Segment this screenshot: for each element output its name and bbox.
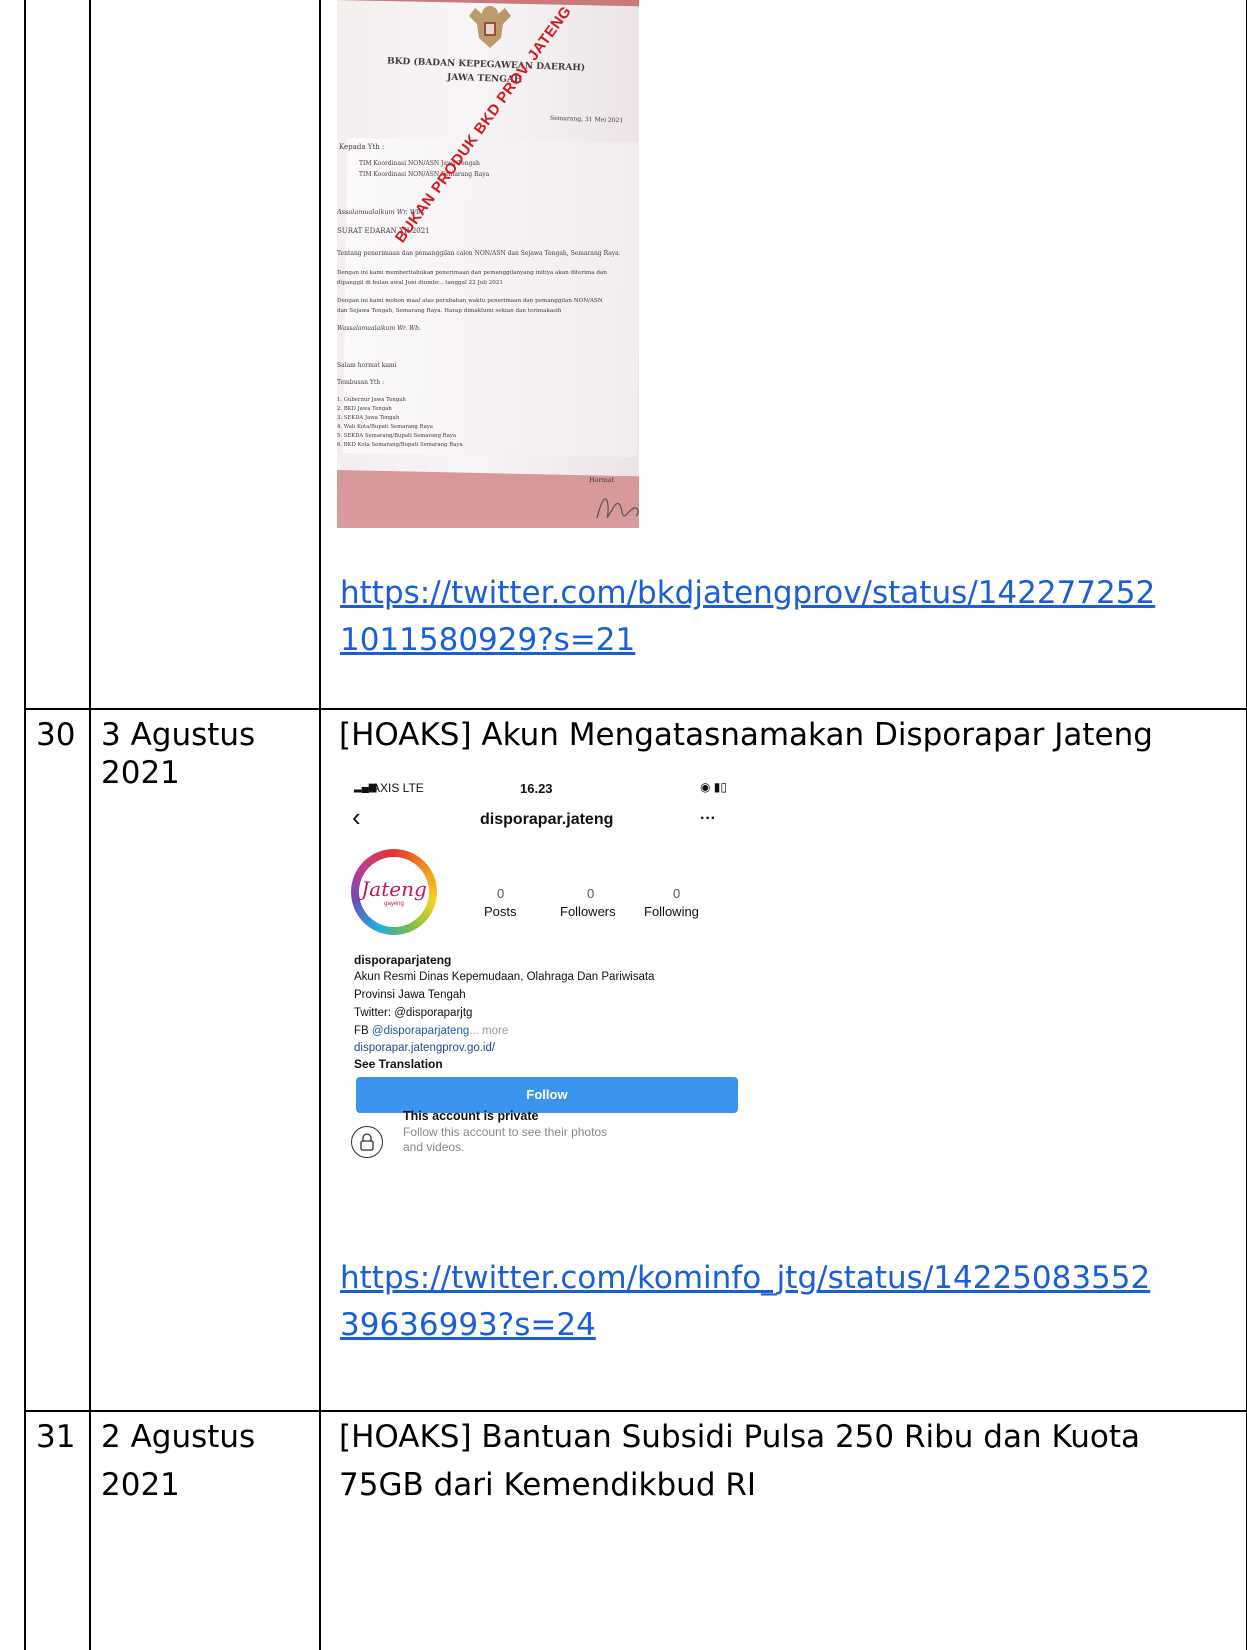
profile-avatar: Jateng gayeng (351, 849, 437, 935)
row-date-line2: 2021 (101, 755, 180, 791)
private-subtitle: Follow this account to see their photos (403, 1125, 608, 1139)
table-border-col2 (319, 0, 321, 1650)
instagram-profile-screenshot: ▂▄▆ AXIS LTE 16.23 ◉ ▮▯ ‹ disporapar.jat… (340, 774, 752, 1160)
letter-cc: 1. Gubernur Jawa Tengah (337, 397, 406, 403)
avatar-logo-text: Jateng (361, 877, 427, 901)
letter-cc: 3. SEKDA Jawa Tengah (337, 415, 400, 421)
letter-kepada: Kepada Yth : (339, 143, 385, 151)
table-border-col1 (89, 0, 91, 1650)
source-link-kominfo[interactable]: https://twitter.com/kominfo_jtg/status/1… (340, 1255, 1150, 1349)
row-title-line1: [HOAKS] Bantuan Subsidi Pulsa 250 Ribu d… (339, 1419, 1141, 1455)
table-border-left (24, 0, 26, 1650)
row-number: 30 (36, 717, 76, 753)
profile-name: disporaparjateng (354, 953, 452, 967)
letter-tembusan: Tembusan Yth : (337, 379, 385, 386)
row-date-line2: 2021 (101, 1467, 180, 1503)
avatar-inner: Jateng gayeng (359, 857, 429, 927)
link-line: 1011580929?s=21 (340, 622, 636, 658)
row-separator-30-31 (24, 1410, 1247, 1412)
letter-cc: 4. Wali Kota/Bupati Semarang Raya (337, 424, 433, 430)
profile-bio: Akun Resmi Dinas Kepemudaan, Olahraga Da… (354, 971, 655, 983)
letter-body: Dengan ini kami memberitahukan penerimaa… (337, 270, 607, 276)
profile-website: disporapar.jatengprov.go.id/ (354, 1042, 496, 1054)
following-count: 0 (673, 886, 681, 901)
profile-username: disporapar.jateng (480, 811, 614, 828)
fb-handle: @disporaparjateng (371, 1025, 470, 1037)
letter-recipient: TIM Koordinasi NON/ASN Semarang Raya (359, 171, 490, 178)
lock-glyph (360, 1133, 374, 1151)
hoax-letter-image: BKD (BADAN KEPEGAWEAN DAERAH) JAWA TENGA… (337, 0, 639, 528)
follow-button: Follow (356, 1077, 738, 1113)
link-line: https://twitter.com/kominfo_jtg/status/1… (340, 1260, 1151, 1296)
profile-bio-fb: FB @disporaparjateng... more (354, 1025, 508, 1037)
source-link-bkd[interactable]: https://twitter.com/bkdjatengprov/status… (340, 570, 1155, 664)
handwritten-signature (596, 498, 639, 519)
letter-hormat: Salam hormat kami (337, 362, 397, 369)
private-subtitle: and videos. (403, 1140, 465, 1154)
profile-bio: Provinsi Jawa Tengah (354, 989, 466, 1001)
row-date-line1: 2 Agustus (101, 1419, 256, 1455)
letter-body: dan Sejawa Tengah, Semarang Raya. Harap … (337, 308, 562, 314)
fb-prefix: FB (354, 1025, 372, 1037)
back-chevron-icon: ‹ (352, 802, 361, 832)
garuda-emblem-icon (469, 6, 511, 48)
row-number: 31 (36, 1419, 76, 1455)
followers-label: Followers (560, 904, 616, 919)
battery-icon: ◉ ▮▯ (700, 780, 728, 794)
letter-cc: 6. BKD Kota Semarang/Bupati Semarang Ray… (337, 442, 463, 448)
letter-cc: 5. SEKDA Semarang/Bupati Semarang Raya (337, 433, 457, 439)
posts-label: Posts (484, 904, 517, 919)
lock-icon (351, 1126, 383, 1158)
see-translation: See Translation (354, 1057, 443, 1071)
private-title: This account is private (403, 1109, 539, 1123)
row-date-line1: 3 Agustus (101, 717, 256, 753)
row-title: [HOAKS] Akun Mengatasnamakan Disporapar … (339, 717, 1153, 753)
posts-count: 0 (497, 886, 505, 901)
row-title-line2: 75GB dari Kemendikbud RI (339, 1467, 757, 1503)
carrier-label: AXIS LTE (372, 781, 424, 795)
avatar-logo-sub: gayeng (384, 901, 404, 907)
status-time: 16.23 (520, 781, 553, 796)
link-line: https://twitter.com/bkdjatengprov/status… (340, 575, 1156, 611)
letter-closing: Wassalamualaikum Wr. Wb. (337, 325, 421, 332)
followers-count: 0 (587, 886, 595, 901)
letter-body: dipanggil di bulan awal Juni diumbr... t… (337, 280, 503, 286)
profile-bio: Twitter: @disporaparjtg (354, 1007, 473, 1019)
letter-cc: 2. BKD Jawa Tengah (337, 406, 392, 412)
more-options-icon: ··· (700, 810, 716, 827)
letter-signoff: Hormat (589, 476, 615, 484)
following-label: Following (644, 904, 699, 919)
row-separator-29-30 (24, 708, 1247, 710)
bio-more: ... more (469, 1025, 509, 1037)
letter-body: Dengan ini kami mohon maaf atas perubaha… (337, 298, 603, 304)
letter-body: Tentang penerimaan dan pemanggilan calon… (337, 250, 621, 257)
link-line: 39636993?s=24 (340, 1307, 596, 1343)
